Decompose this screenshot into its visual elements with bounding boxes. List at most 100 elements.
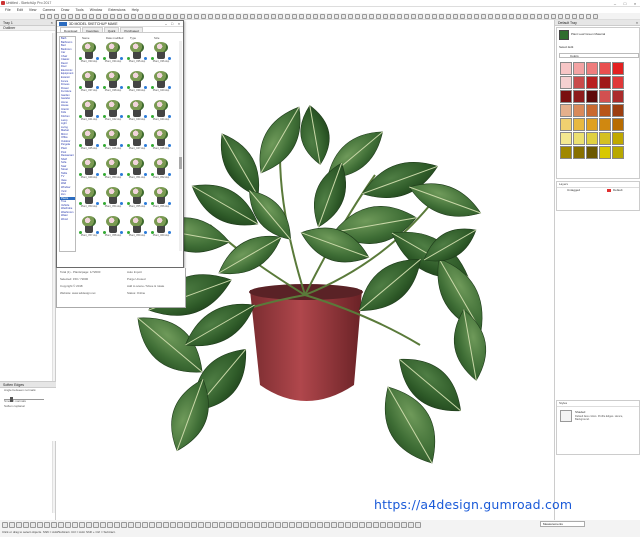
toolbar-button[interactable] <box>439 13 444 19</box>
tool-button[interactable] <box>415 522 421 528</box>
model-thumbnail[interactable]: Plant_045.skp <box>78 128 100 153</box>
color-swatch[interactable] <box>573 104 585 117</box>
toolbar-button[interactable] <box>418 13 423 19</box>
toolbar-button[interactable] <box>103 13 108 19</box>
toolbar-button[interactable] <box>124 13 129 19</box>
styles-header[interactable]: Styles <box>557 401 639 407</box>
color-swatch[interactable] <box>612 146 624 159</box>
color-swatch[interactable] <box>586 62 598 75</box>
toolbar-button[interactable] <box>208 13 213 19</box>
tab-quick[interactable]: Quick <box>103 27 120 33</box>
model-thumbnail[interactable]: Plant_053.skp <box>78 186 100 211</box>
color-swatch[interactable] <box>586 118 598 131</box>
toolbar-button[interactable] <box>166 13 171 19</box>
close-icon[interactable]: × <box>178 21 180 27</box>
toolbar-button[interactable] <box>369 13 374 19</box>
tool-button[interactable] <box>289 522 295 528</box>
tool-button[interactable] <box>303 522 309 528</box>
tool-button[interactable] <box>359 522 365 528</box>
measurements-box[interactable]: Measurements <box>540 521 585 527</box>
color-swatch[interactable] <box>612 118 624 131</box>
tool-button[interactable] <box>58 522 64 528</box>
toolbar-button[interactable] <box>572 13 577 19</box>
model-thumbnail[interactable]: Plant_051.skp <box>126 157 148 182</box>
toolbar-button[interactable] <box>96 13 101 19</box>
tab-download[interactable]: Download <box>60 27 82 33</box>
toolbar-button[interactable] <box>544 13 549 19</box>
tool-button[interactable] <box>86 522 92 528</box>
layer-color-swatch[interactable] <box>607 189 611 192</box>
color-swatch[interactable] <box>586 76 598 89</box>
model-thumbnail[interactable]: Plant_037.skp <box>78 70 100 95</box>
toolbar-button[interactable] <box>362 13 367 19</box>
tool-button[interactable] <box>121 522 127 528</box>
toolbar-button[interactable] <box>397 13 402 19</box>
color-swatch[interactable] <box>612 62 624 75</box>
tool-button[interactable] <box>170 522 176 528</box>
toolbar-button[interactable] <box>187 13 192 19</box>
color-swatch[interactable] <box>573 90 585 103</box>
color-swatch[interactable] <box>560 104 572 117</box>
toolbar-button[interactable] <box>404 13 409 19</box>
tool-button[interactable] <box>65 522 71 528</box>
toolbar-button[interactable] <box>523 13 528 19</box>
tool-button[interactable] <box>44 522 50 528</box>
tab-favorites[interactable]: Favorites <box>82 27 103 33</box>
color-swatch[interactable] <box>612 90 624 103</box>
toolbar-button[interactable] <box>453 13 458 19</box>
toolbar-button[interactable] <box>257 13 262 19</box>
model-thumbnail[interactable]: Plant_056.skp <box>150 186 172 211</box>
tool-button[interactable] <box>142 522 148 528</box>
tool-button[interactable] <box>37 522 43 528</box>
tool-button[interactable] <box>205 522 211 528</box>
model-thumbnail[interactable]: Plant_059.skp <box>126 215 148 240</box>
tool-button[interactable] <box>394 522 400 528</box>
tool-button[interactable] <box>331 522 337 528</box>
tool-button[interactable] <box>345 522 351 528</box>
toolbar-button[interactable] <box>509 13 514 19</box>
color-swatch[interactable] <box>599 76 611 89</box>
tool-button[interactable] <box>275 522 281 528</box>
color-swatch[interactable] <box>560 76 572 89</box>
toolbar-button[interactable] <box>145 13 150 19</box>
maximize-icon[interactable]: □ <box>171 21 173 27</box>
tool-button[interactable] <box>149 522 155 528</box>
toolbar-button[interactable] <box>488 13 493 19</box>
model-thumbnail[interactable]: Plant_048.skp <box>150 128 172 153</box>
toolbar-button[interactable] <box>236 13 241 19</box>
toolbar-button[interactable] <box>320 13 325 19</box>
toolbar-button[interactable] <box>173 13 178 19</box>
color-swatch[interactable] <box>560 132 572 145</box>
toolbar-button[interactable] <box>446 13 451 19</box>
model-thumbnail[interactable]: Plant_033.skp <box>78 41 100 66</box>
toolbar-button[interactable] <box>180 13 185 19</box>
toolbar-button[interactable] <box>586 13 591 19</box>
model-thumbnail[interactable]: Plant_049.skp <box>78 157 100 182</box>
toolbar-button[interactable] <box>278 13 283 19</box>
current-material-swatch[interactable] <box>559 30 569 40</box>
color-swatch[interactable] <box>599 132 611 145</box>
model-thumbnail[interactable]: Plant_043.skp <box>126 99 148 124</box>
tool-button[interactable] <box>387 522 393 528</box>
footer-website[interactable]: Website: www.a4design.net <box>60 291 95 295</box>
tool-button[interactable] <box>226 522 232 528</box>
model-thumbnail[interactable]: Plant_040.skp <box>150 70 172 95</box>
model-thumbnail[interactable]: Plant_060.skp <box>150 215 172 240</box>
model-thumbnail[interactable]: Plant_055.skp <box>126 186 148 211</box>
color-swatch[interactable] <box>573 118 585 131</box>
outliner-header[interactable]: Outliner <box>0 26 55 31</box>
toolbar-button[interactable] <box>376 13 381 19</box>
tool-button[interactable] <box>247 522 253 528</box>
tool-button[interactable] <box>72 522 78 528</box>
toolbar-button[interactable] <box>40 13 45 19</box>
toolbar-button[interactable] <box>348 13 353 19</box>
model-thumbnail[interactable]: Plant_050.skp <box>102 157 124 182</box>
category-item[interactable]: Wood <box>60 218 75 222</box>
style-thumbnail[interactable] <box>560 410 572 422</box>
tool-button[interactable] <box>191 522 197 528</box>
toolbar-button[interactable] <box>411 13 416 19</box>
tool-button[interactable] <box>184 522 190 528</box>
color-swatch[interactable] <box>599 118 611 131</box>
toolbar-button[interactable] <box>495 13 500 19</box>
plant-model[interactable] <box>130 95 530 495</box>
